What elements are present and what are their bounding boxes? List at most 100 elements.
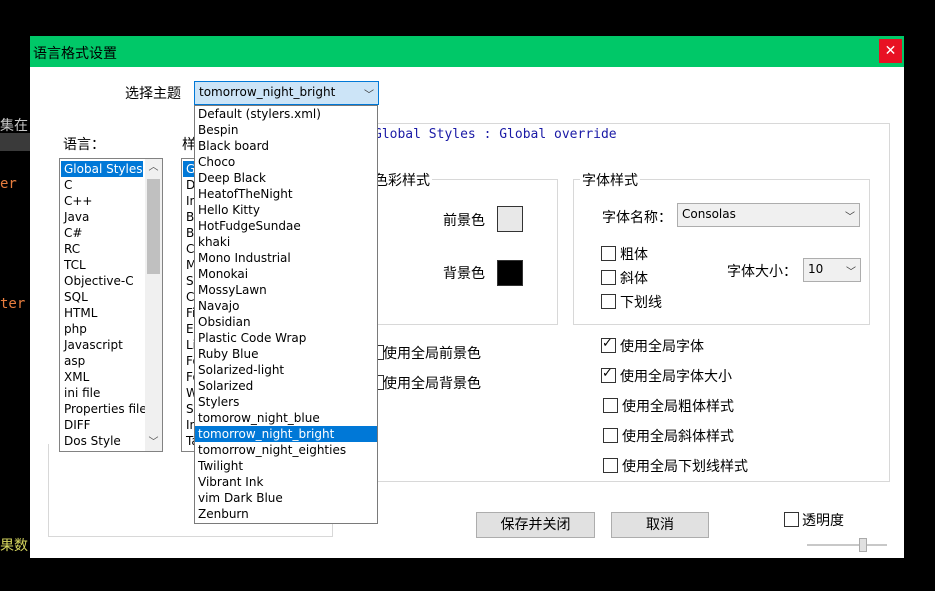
bg-label: 背景色 [443, 266, 485, 282]
font-style-group [573, 179, 870, 325]
use-global-italic-checkbox[interactable] [603, 428, 618, 443]
chevron-down-icon: ﹀ [364, 90, 374, 101]
language-list-item[interactable]: Objective-C [61, 273, 143, 289]
theme-option[interactable]: Twilight [195, 458, 377, 474]
theme-option[interactable]: Navajo [195, 298, 377, 314]
transparency-slider-thumb[interactable] [859, 538, 867, 552]
theme-option[interactable]: Deep Black [195, 170, 377, 186]
language-list-item[interactable]: HTML [61, 305, 143, 321]
scroll-thumb[interactable] [147, 179, 160, 274]
theme-dropdown-list[interactable]: Default (stylers.xml) Bespin Black board Ch… [194, 105, 378, 524]
underline-label: 下划线 [620, 295, 662, 311]
theme-option[interactable]: Bespin [195, 122, 377, 138]
theme-option[interactable]: HeatofTheNight [195, 186, 377, 202]
fg-color-swatch[interactable] [497, 206, 523, 232]
font-name-label: 字体名称： [602, 210, 672, 226]
theme-option[interactable]: Obsidian [195, 314, 377, 330]
theme-option[interactable]: Zenburn [195, 506, 377, 522]
theme-option[interactable]: Solarized-light [195, 362, 377, 378]
close-button[interactable]: ✕ [879, 39, 902, 63]
style-configurator-dialog: 语言格式设置 ✕ 选择主题 tomorrow_night_bright ﹀ 语言… [30, 36, 904, 558]
fg-label: 前景色 [443, 213, 485, 229]
transparency-slider[interactable] [807, 544, 887, 546]
theme-option[interactable]: Plastic Code Wrap [195, 330, 377, 346]
theme-option[interactable]: Black board [195, 138, 377, 154]
language-list-items: Global Styles C C++ Java C# RC TCL Objective-C S… [61, 161, 147, 449]
use-global-font-size-checkbox[interactable] [601, 366, 616, 383]
theme-option[interactable]: Stylers [195, 394, 377, 410]
theme-option[interactable]: tomorow_night_blue [195, 410, 377, 426]
dialog-title: 语言格式设置 [33, 46, 117, 62]
theme-option[interactable]: Mono Industrial [195, 250, 377, 266]
theme-option[interactable]: tomorrow_night_bright [195, 426, 377, 442]
underline-checkbox[interactable] [601, 294, 616, 309]
language-list-item[interactable]: C++ [61, 193, 143, 209]
chevron-down-icon: ﹀ [845, 212, 855, 223]
use-global-font-label: 使用全局字体 [620, 339, 704, 355]
chevron-up-icon[interactable]: ︿ [145, 159, 162, 176]
theme-option[interactable]: Hello Kitty [195, 202, 377, 218]
theme-option[interactable]: MossyLawn [195, 282, 377, 298]
language-list-item[interactable]: Javascript [61, 337, 143, 353]
language-list-item[interactable]: Java [61, 209, 143, 225]
language-list-item[interactable]: Global Styles [61, 161, 143, 177]
use-global-font-checkbox[interactable] [601, 336, 616, 353]
language-list[interactable]: Global Styles C C++ Java C# RC TCL Objective-C S… [59, 158, 163, 452]
language-list-item[interactable]: php [61, 321, 143, 337]
transparency-checkbox[interactable] [784, 512, 799, 527]
editor-text-fragment: 集在 [0, 118, 28, 134]
language-list-item[interactable]: DIFF [61, 417, 143, 433]
use-global-font-size-label: 使用全局字体大小 [620, 369, 732, 385]
theme-option[interactable]: vim Dark Blue [195, 490, 377, 506]
italic-label: 斜体 [620, 271, 648, 287]
font-group-title: 字体样式 [580, 170, 640, 190]
theme-select[interactable]: tomorrow_night_bright ﹀ [194, 81, 379, 105]
font-size-select[interactable]: 10 ﹀ [803, 258, 861, 282]
editor-text-fragment: 果数 [0, 538, 28, 554]
bg-color-swatch[interactable] [497, 260, 523, 286]
language-list-item[interactable]: RC [61, 241, 143, 257]
theme-label: 选择主题 [125, 86, 181, 102]
color-group-title: 色彩样式 [372, 170, 432, 190]
italic-checkbox[interactable] [601, 270, 616, 285]
editor-text-fragment: ter [0, 296, 26, 312]
theme-option[interactable]: Solarized [195, 378, 377, 394]
use-global-fg-label: 使用全局前景色 [383, 346, 481, 362]
language-list-item[interactable]: C# [61, 225, 143, 241]
theme-option[interactable]: Monokai [195, 266, 377, 282]
title-bar[interactable]: 语言格式设置 ✕ [30, 36, 904, 67]
save-close-button[interactable]: 保存并关闭 [476, 512, 595, 538]
language-list-item[interactable]: ini file [61, 385, 143, 401]
style-header: Global Styles : Global override [374, 127, 617, 142]
language-list-item[interactable]: TCL [61, 257, 143, 273]
use-global-bold-label: 使用全局粗体样式 [622, 399, 734, 415]
language-list-item[interactable]: C [61, 177, 143, 193]
close-icon: ✕ [884, 43, 897, 59]
theme-option[interactable]: Vibrant Ink [195, 474, 377, 490]
font-size-label: 字体大小： [727, 264, 797, 280]
font-size-value: 10 [808, 262, 824, 276]
language-list-item[interactable]: Properties file [61, 401, 147, 417]
theme-option[interactable]: Ruby Blue [195, 346, 377, 362]
use-global-underline-checkbox[interactable] [603, 458, 618, 473]
font-name-select[interactable]: Consolas ﹀ [677, 203, 860, 227]
theme-option[interactable]: HotFudgeSundae [195, 218, 377, 234]
theme-select-value: tomorrow_night_bright [199, 85, 336, 99]
theme-option[interactable]: tomorrow_night_eighties [195, 442, 377, 458]
theme-option[interactable]: Default (stylers.xml) [195, 106, 377, 122]
language-list-item[interactable]: asp [61, 353, 143, 369]
use-global-bg-label: 使用全局背景色 [383, 376, 481, 392]
theme-option[interactable]: Choco [195, 154, 377, 170]
editor-bar [0, 133, 30, 151]
editor-text-fragment: er [0, 176, 17, 192]
language-list-item[interactable]: XML [61, 369, 143, 385]
font-name-value: Consolas [682, 207, 736, 221]
use-global-bold-checkbox[interactable] [603, 398, 618, 413]
bold-checkbox[interactable] [601, 246, 616, 261]
use-global-italic-label: 使用全局斜体样式 [622, 429, 734, 445]
cancel-button[interactable]: 取消 [611, 512, 709, 538]
language-scrollbar[interactable]: ︿ ﹀ [145, 159, 162, 451]
theme-option[interactable]: khaki [195, 234, 377, 250]
language-list-item[interactable]: SQL [61, 289, 143, 305]
use-global-underline-label: 使用全局下划线样式 [622, 459, 748, 475]
